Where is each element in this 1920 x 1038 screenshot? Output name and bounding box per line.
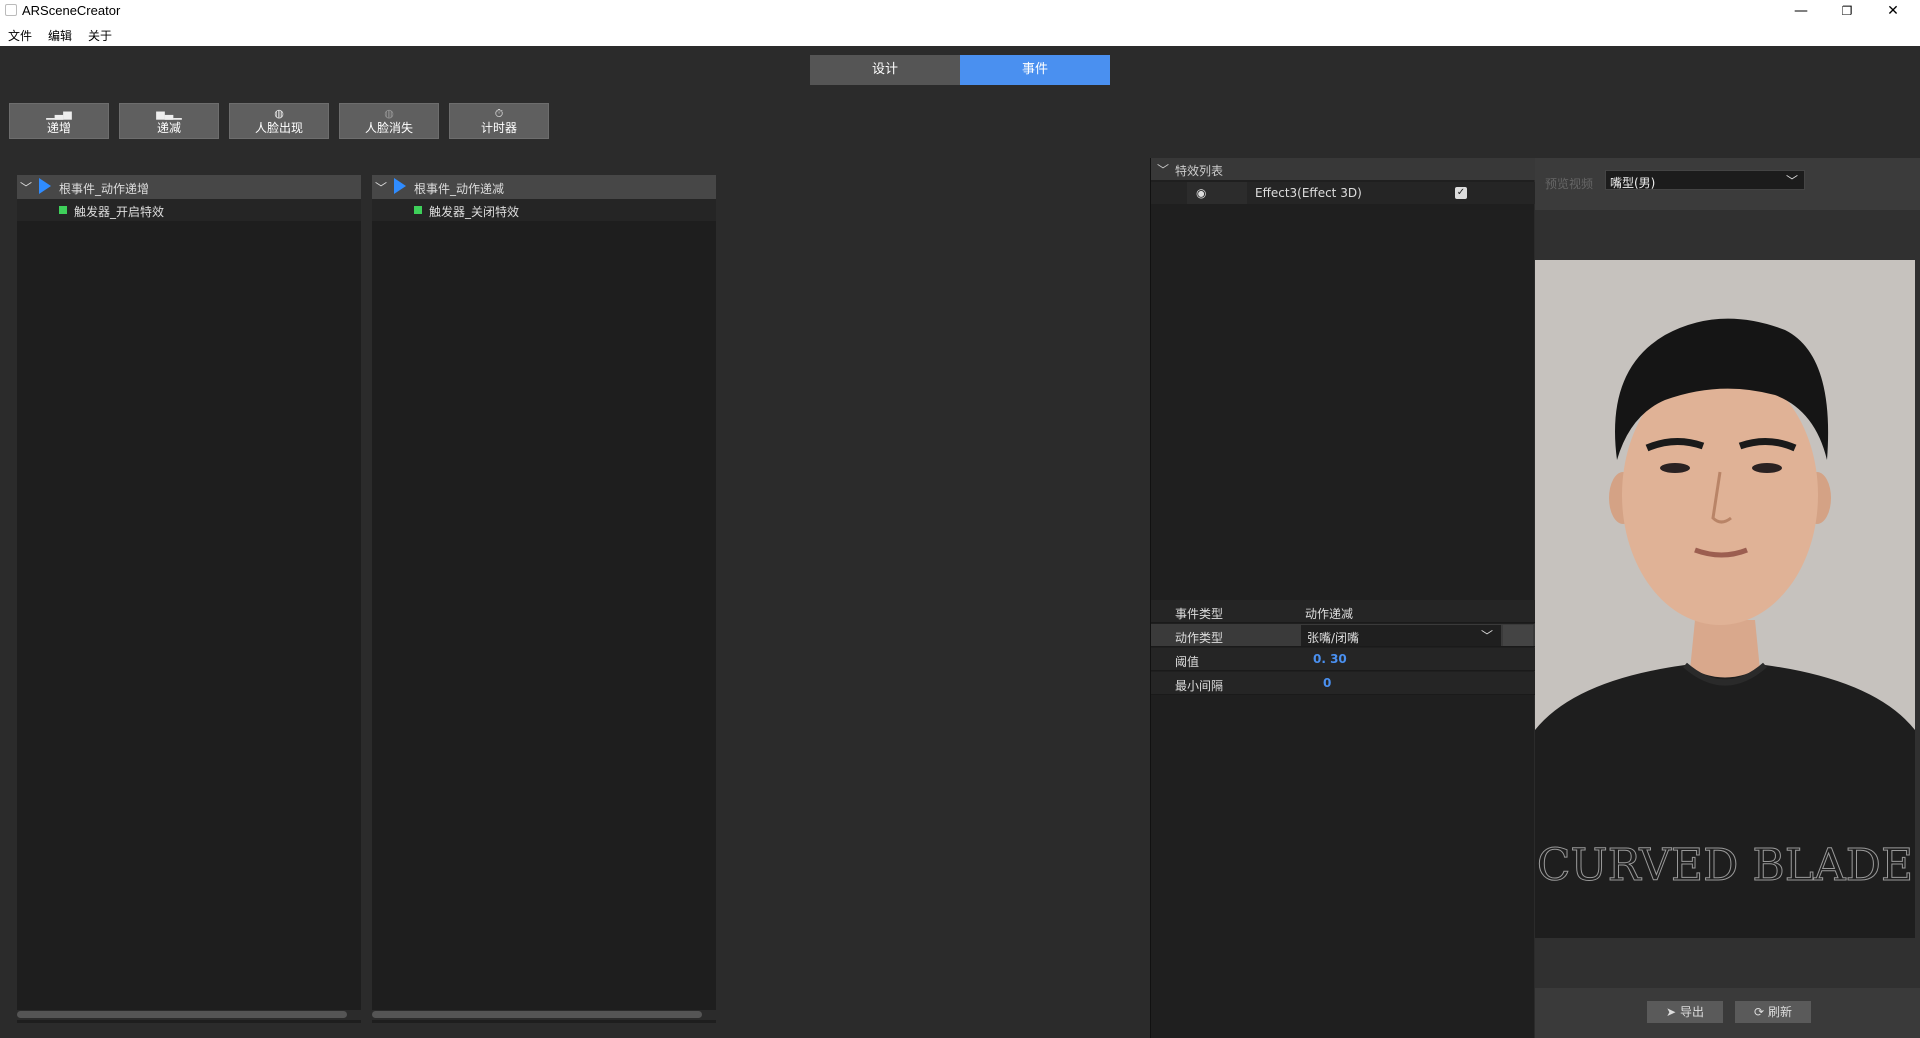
min-interval-spinbox[interactable]: 0 bbox=[1323, 676, 1331, 690]
restore-button[interactable]: ❐ bbox=[1824, 0, 1870, 23]
refresh-label: 刷新 bbox=[1767, 1005, 1792, 1019]
action-type-select[interactable]: 张嘴/闭嘴 ﹀ bbox=[1301, 625, 1501, 646]
preview-panel: 预览视频 嘴型(男) ﹀ CURVED BLADE ➤ 导出 ⟳ 刷新 bbox=[1535, 158, 1920, 1038]
face-appear-label: 人脸出现 bbox=[254, 121, 303, 135]
menu-bar: 文件 编辑 关于 bbox=[0, 23, 1920, 46]
trigger-square-icon bbox=[414, 206, 422, 214]
close-button[interactable]: ✕ bbox=[1870, 0, 1916, 23]
prop-min-interval: 最小间隔 0 bbox=[1151, 672, 1535, 695]
refresh-icon: ⟳ bbox=[1754, 1005, 1765, 1019]
threshold-spinbox[interactable]: 0. 30 bbox=[1313, 652, 1347, 666]
prop-value: 动作递减 bbox=[1305, 607, 1354, 621]
minimize-button[interactable]: — bbox=[1778, 0, 1824, 23]
chevron-down-icon[interactable]: ﹀ bbox=[1786, 172, 1798, 189]
prop-label: 事件类型 bbox=[1175, 607, 1224, 621]
scrollbar-thumb[interactable] bbox=[17, 1011, 347, 1018]
effect-item[interactable]: ◉ Effect3(Effect 3D) ✓ bbox=[1151, 182, 1535, 204]
menu-file[interactable]: 文件 bbox=[8, 27, 32, 44]
eye-icon[interactable]: ◉ bbox=[1196, 186, 1206, 200]
chevron-down-icon[interactable]: ﹀ bbox=[1481, 627, 1493, 644]
tree-child-item[interactable]: 触发器_开启特效 bbox=[17, 199, 361, 221]
menu-about[interactable]: 关于 bbox=[88, 27, 112, 44]
increment-icon: ▁▃▅ bbox=[46, 107, 72, 120]
play-icon bbox=[394, 178, 406, 194]
shirt-print-text: CURVED BLADE bbox=[1537, 840, 1913, 891]
effects-list-title: 特效列表 bbox=[1175, 164, 1224, 178]
prop-label: 最小间隔 bbox=[1175, 679, 1224, 693]
prop-label: 阈值 bbox=[1175, 655, 1200, 669]
effect-name: Effect3(Effect 3D) bbox=[1255, 186, 1362, 200]
send-icon: ➤ bbox=[1666, 1005, 1677, 1019]
prop-label: 动作类型 bbox=[1175, 631, 1224, 645]
event-tree-panel: ﹀ 根事件_动作递减 触发器_关闭特效 bbox=[372, 175, 716, 1023]
timer-label: 计时器 bbox=[480, 121, 517, 135]
face-appear-button[interactable]: ◍ 人脸出现 bbox=[229, 103, 329, 139]
timer-icon: ⏱ bbox=[494, 107, 504, 120]
app-icon bbox=[5, 4, 17, 16]
tree-root-item[interactable]: ﹀ 根事件_动作递减 bbox=[372, 175, 716, 199]
chevron-down-icon[interactable]: ﹀ bbox=[375, 179, 387, 196]
trigger-square-icon bbox=[59, 206, 67, 214]
action-side-cell bbox=[1503, 625, 1533, 646]
preview-video: CURVED BLADE bbox=[1535, 260, 1915, 938]
increment-button[interactable]: ▁▃▅ 递增 bbox=[9, 103, 109, 139]
refresh-button[interactable]: ⟳ 刷新 bbox=[1735, 1001, 1811, 1023]
title-bar: ARSceneCreator — ❐ ✕ bbox=[0, 0, 1920, 23]
decrement-label: 递减 bbox=[156, 121, 181, 135]
tree-child-label: 触发器_开启特效 bbox=[74, 205, 165, 219]
decrement-button[interactable]: ▅▃▁ 递减 bbox=[119, 103, 219, 139]
person-portrait: CURVED BLADE bbox=[1535, 260, 1915, 938]
tree-root-item[interactable]: ﹀ 根事件_动作递增 bbox=[17, 175, 361, 199]
prop-event-type: 事件类型 动作递减 bbox=[1151, 600, 1535, 623]
tree-child-label: 触发器_关闭特效 bbox=[429, 205, 520, 219]
effects-list-header[interactable]: ﹀ 特效列表 bbox=[1151, 158, 1535, 180]
tree-root-label: 根事件_动作递减 bbox=[414, 182, 505, 196]
preview-label: 预览视频 bbox=[1545, 177, 1594, 191]
scrollbar-thumb[interactable] bbox=[372, 1011, 702, 1018]
face-appear-icon: ◍ bbox=[274, 107, 284, 120]
preview-video-select[interactable]: 嘴型(男) ﹀ bbox=[1605, 170, 1805, 190]
increment-label: 递增 bbox=[46, 121, 71, 135]
preview-footer bbox=[1535, 988, 1920, 1038]
effects-panel: ﹀ 特效列表 ◉ Effect3(Effect 3D) ✓ 事件类型 动作递减 … bbox=[1150, 158, 1535, 1038]
tree-child-item[interactable]: 触发器_关闭特效 bbox=[372, 199, 716, 221]
action-type-value: 张嘴/闭嘴 bbox=[1307, 631, 1360, 645]
export-label: 导出 bbox=[1679, 1005, 1704, 1019]
export-button[interactable]: ➤ 导出 bbox=[1647, 1001, 1723, 1023]
tab-event[interactable]: 事件 bbox=[960, 55, 1110, 85]
face-disappear-button[interactable]: ◍ 人脸消失 bbox=[339, 103, 439, 139]
prop-action-type: 动作类型 张嘴/闭嘴 ﹀ bbox=[1151, 624, 1535, 647]
app-title: ARSceneCreator bbox=[22, 3, 121, 18]
event-tree-panel: ﹀ 根事件_动作递增 触发器_开启特效 bbox=[17, 175, 361, 1023]
timer-button[interactable]: ⏱ 计时器 bbox=[449, 103, 549, 139]
chevron-down-icon[interactable]: ﹀ bbox=[1157, 161, 1169, 178]
effect-enabled-checkbox[interactable]: ✓ bbox=[1455, 187, 1467, 199]
horizontal-scrollbar[interactable] bbox=[372, 1010, 716, 1020]
play-icon bbox=[39, 178, 51, 194]
face-disappear-icon: ◍ bbox=[384, 107, 394, 120]
face-disappear-label: 人脸消失 bbox=[364, 121, 413, 135]
chevron-down-icon[interactable]: ﹀ bbox=[20, 179, 32, 196]
tab-design[interactable]: 设计 bbox=[810, 55, 960, 85]
tree-root-label: 根事件_动作递增 bbox=[59, 182, 150, 196]
menu-edit[interactable]: 编辑 bbox=[48, 27, 72, 44]
preview-video-value: 嘴型(男) bbox=[1610, 176, 1656, 190]
decrement-icon: ▅▃▁ bbox=[156, 107, 182, 120]
prop-threshold: 阈值 0. 30 bbox=[1151, 648, 1535, 671]
horizontal-scrollbar[interactable] bbox=[17, 1010, 361, 1020]
